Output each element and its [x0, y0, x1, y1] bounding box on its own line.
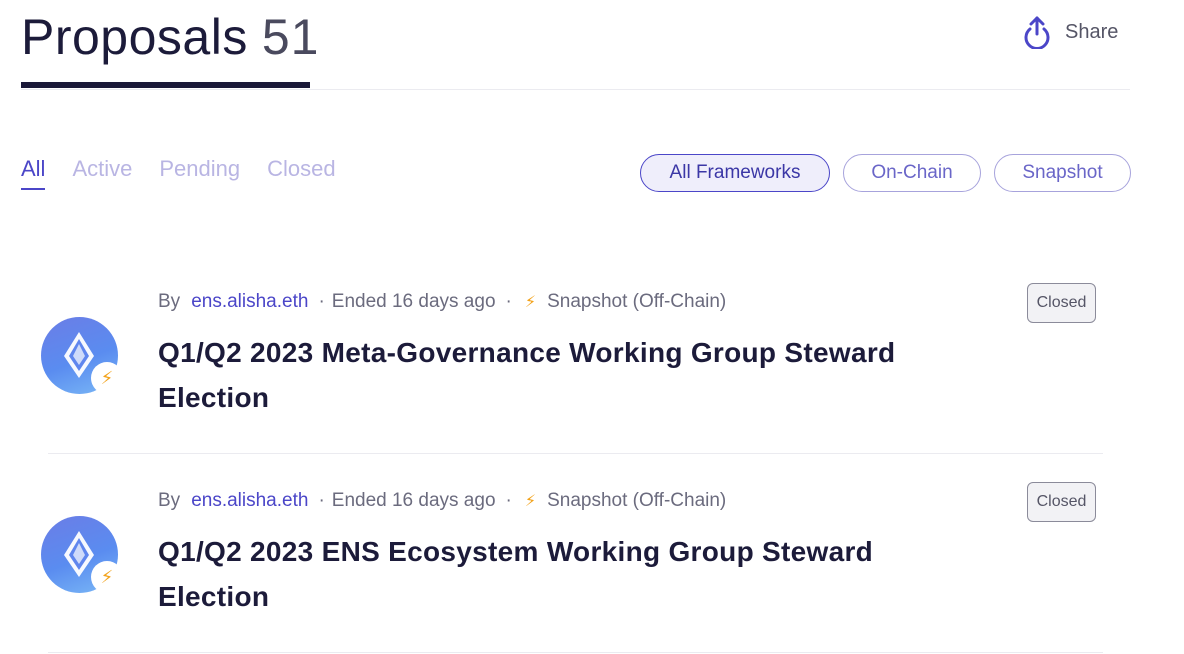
framework-label: Snapshot (Off-Chain) [547, 291, 727, 312]
tab-active[interactable]: Active [72, 156, 132, 190]
filter-all-frameworks-button[interactable]: All Frameworks [640, 154, 830, 192]
ended-time: Ended 16 days ago [331, 291, 496, 312]
status-badge: Closed [1027, 482, 1096, 522]
proposal-meta: By ens.alisha.eth · Ended 16 days ago · … [158, 291, 726, 313]
proposal-count: 51 [261, 9, 320, 65]
header-divider [21, 89, 1130, 90]
lightning-bolt-icon: ⚡ [524, 294, 537, 311]
lightning-bolt-icon: ⚡ [100, 368, 114, 388]
status-tabs: All Active Pending Closed [21, 156, 363, 190]
lightning-bolt-icon: ⚡ [100, 567, 114, 587]
ended-time: Ended 16 days ago [331, 490, 496, 511]
meta-separator: · [505, 291, 512, 312]
framework-label: Snapshot (Off-Chain) [547, 490, 727, 511]
snapshot-badge: ⚡ [91, 362, 123, 394]
proposal-row[interactable]: ⚡ By ens.alisha.eth · Ended 16 days ago … [41, 255, 1103, 454]
tab-pending[interactable]: Pending [159, 156, 240, 190]
filter-on-chain-button[interactable]: On-Chain [843, 154, 981, 192]
author-link[interactable]: ens.alisha.eth [191, 490, 308, 512]
by-label: By [158, 291, 181, 312]
title-underline [21, 82, 310, 88]
page-title-group: Proposals 51 [21, 8, 319, 66]
meta-separator: · [505, 490, 512, 511]
proposal-title[interactable]: Q1/Q2 2023 Meta-Governance Working Group… [158, 330, 958, 420]
tab-closed[interactable]: Closed [267, 156, 335, 190]
framework-filter: All Frameworks On-Chain Snapshot [640, 154, 1131, 192]
author-link[interactable]: ens.alisha.eth [191, 291, 308, 313]
share-label: Share [1065, 20, 1119, 43]
status-badge: Closed [1027, 283, 1096, 323]
snapshot-badge: ⚡ [91, 561, 123, 593]
share-upload-icon [1024, 16, 1050, 49]
proposal-title[interactable]: Q1/Q2 2023 ENS Ecosystem Working Group S… [158, 529, 958, 619]
proposal-row[interactable]: ⚡ By ens.alisha.eth · Ended 16 days ago … [41, 454, 1103, 653]
avatar: ⚡ [41, 516, 123, 593]
page-header: Proposals 51 Share [0, 0, 1184, 92]
meta-separator: · [318, 490, 325, 511]
avatar: ⚡ [41, 317, 123, 394]
filter-snapshot-button[interactable]: Snapshot [994, 154, 1131, 192]
meta-separator: · [318, 291, 325, 312]
share-button[interactable]: Share [1022, 14, 1118, 50]
by-label: By [158, 490, 181, 511]
lightning-bolt-icon: ⚡ [524, 493, 537, 510]
proposal-meta: By ens.alisha.eth · Ended 16 days ago · … [158, 490, 726, 512]
tab-all[interactable]: All [21, 156, 46, 190]
page-title: Proposals [21, 9, 248, 65]
